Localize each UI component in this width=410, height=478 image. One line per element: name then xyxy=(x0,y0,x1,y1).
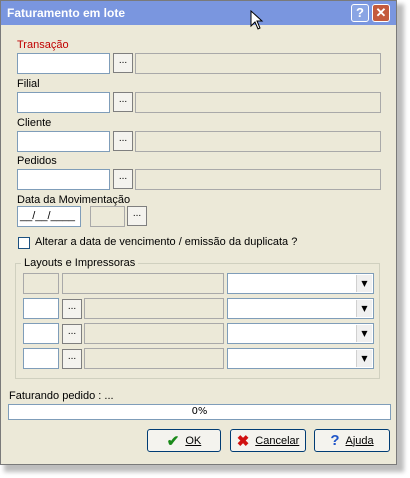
layout-row-3-description xyxy=(84,323,224,344)
chevron-down-icon[interactable]: ▼ xyxy=(356,300,372,317)
alterar-data-label: Alterar a data de vencimento / emissão d… xyxy=(35,236,298,248)
titlebar-help-button[interactable]: ? xyxy=(351,4,369,22)
progress-label: 0% xyxy=(191,406,208,417)
progress-bar: 0% xyxy=(8,404,391,420)
chevron-down-icon[interactable]: ▼ xyxy=(356,325,372,342)
transacao-code-input[interactable] xyxy=(17,53,110,74)
printer-select-1[interactable]: ▼ xyxy=(227,273,374,294)
layouts-group-title: Layouts e Impressoras xyxy=(21,257,139,269)
layout-row-1-description xyxy=(62,273,224,294)
cliente-lookup-button[interactable]: ... xyxy=(113,131,133,151)
transacao-lookup-button[interactable]: ... xyxy=(113,53,133,73)
layout-row-4-description xyxy=(84,348,224,369)
pedidos-lookup-button[interactable]: ... xyxy=(113,169,133,189)
mouse-cursor-icon xyxy=(250,10,264,30)
layout-row-2-description xyxy=(84,298,224,319)
help-button-label: Ajuda xyxy=(345,434,374,447)
printer-select-4[interactable]: ▼ xyxy=(227,348,374,369)
help-button[interactable]: ? Ajuda xyxy=(314,429,390,452)
layout-row-3-code-input[interactable] xyxy=(23,323,59,344)
titlebar-close-button[interactable]: ✕ xyxy=(372,4,390,22)
check-icon: ✔ xyxy=(166,432,180,450)
data-secondary-field xyxy=(90,206,125,227)
x-icon: ✖ xyxy=(236,432,250,450)
cancel-button-label: Cancelar xyxy=(255,434,300,447)
data-lookup-button[interactable]: ... xyxy=(127,206,147,226)
pedidos-description-field xyxy=(135,169,381,190)
pedidos-label: Pedidos xyxy=(17,155,57,167)
alterar-data-checkbox[interactable] xyxy=(18,237,30,249)
window-title: Faturamento em lote xyxy=(7,6,126,20)
filial-code-input[interactable] xyxy=(17,92,110,113)
chevron-down-icon[interactable]: ▼ xyxy=(356,350,372,367)
cliente-label: Cliente xyxy=(17,117,52,129)
transacao-description-field xyxy=(135,53,381,74)
chevron-down-icon[interactable]: ▼ xyxy=(356,275,372,292)
data-movimentacao-input[interactable]: __/__/____ xyxy=(17,206,81,227)
ok-button-label: OK xyxy=(185,434,202,447)
printer-select-2[interactable]: ▼ xyxy=(227,298,374,319)
filial-lookup-button[interactable]: ... xyxy=(113,92,133,112)
transacao-label: Transação xyxy=(17,39,69,51)
data-movimentacao-label: Data da Movimentação xyxy=(17,194,131,206)
pedidos-code-input[interactable] xyxy=(17,169,110,190)
cliente-code-input[interactable] xyxy=(17,131,110,152)
layout-row-2-lookup-button[interactable]: ... xyxy=(62,299,82,319)
layout-row-4-code-input[interactable] xyxy=(23,348,59,369)
dialog-window: Faturamento em lote ? ✕ Transação ... Fi… xyxy=(0,0,397,465)
layout-row-1-code xyxy=(23,273,59,294)
layout-row-3-lookup-button[interactable]: ... xyxy=(62,324,82,344)
filial-description-field xyxy=(135,92,381,113)
title-bar[interactable]: Faturamento em lote ? ✕ xyxy=(1,1,396,30)
filial-label: Filial xyxy=(17,78,40,90)
question-icon: ? xyxy=(330,432,340,449)
cliente-description-field xyxy=(135,131,381,152)
status-text: Faturando pedido : ... xyxy=(9,390,114,402)
layout-row-4-lookup-button[interactable]: ... xyxy=(62,349,82,369)
layout-row-2-code-input[interactable] xyxy=(23,298,59,319)
printer-select-3[interactable]: ▼ xyxy=(227,323,374,344)
cancel-button[interactable]: ✖ Cancelar xyxy=(230,429,306,452)
ok-button[interactable]: ✔ OK xyxy=(147,429,221,452)
